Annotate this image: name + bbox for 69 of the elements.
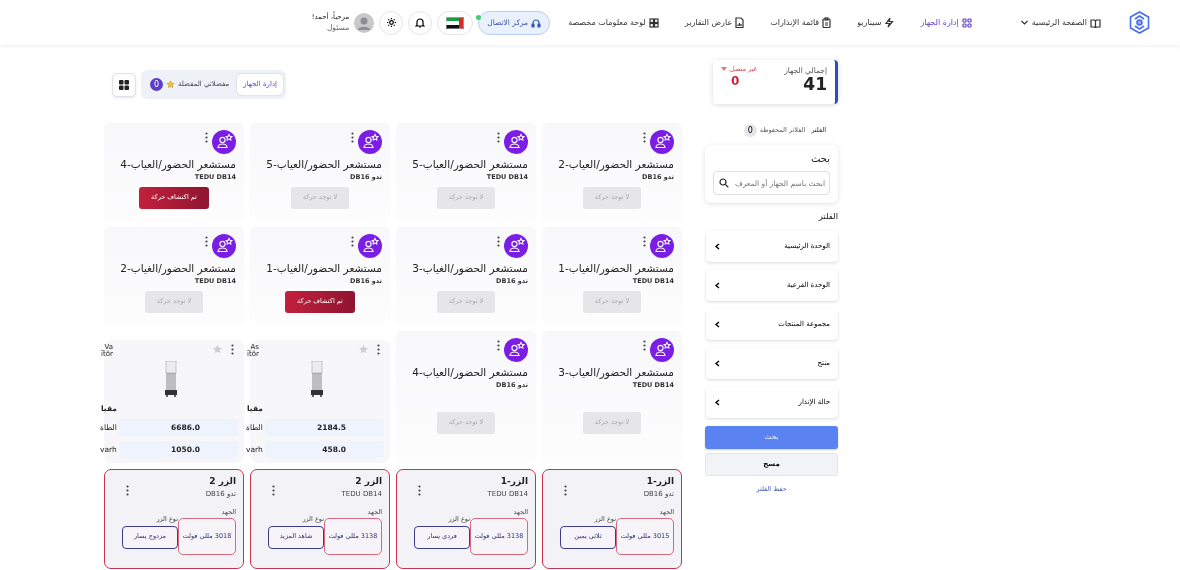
report-icon [735, 17, 745, 28]
more-options-icon[interactable] [351, 236, 354, 247]
more-options-icon[interactable] [643, 340, 646, 351]
count-badge: 0 [150, 78, 163, 91]
nav-link[interactable]: إدارة الجهاز [920, 16, 972, 29]
more-options-icon[interactable] [205, 236, 208, 247]
star-icon[interactable] [212, 344, 223, 355]
more-options-icon[interactable] [231, 344, 234, 355]
device-title: مستشعر الحضور/العياب-3 [557, 365, 674, 381]
grid-icon [119, 79, 129, 90]
grid-icon [961, 17, 972, 28]
more-options-icon[interactable] [205, 132, 208, 143]
chevron-left-icon [714, 242, 721, 250]
device-title: الزر-1 [499, 475, 528, 488]
user-avatar-icon [354, 12, 375, 33]
search-title: بحث [809, 152, 830, 166]
grid-view-button[interactable] [112, 72, 136, 97]
dashboard-icon [648, 17, 659, 28]
language-button[interactable] [437, 10, 474, 35]
search-icon [719, 178, 729, 188]
device-title: الزر 2 [354, 475, 382, 488]
device-title: مستشعر الحضور/العياب-2 [557, 157, 674, 173]
offline-count: 0 [730, 74, 741, 88]
star-icon[interactable] [358, 344, 369, 355]
device-title: الزر-1 [645, 475, 674, 488]
logo-icon [1127, 10, 1152, 35]
device-title: مستشعر الحضور/الغياب-2 [119, 261, 236, 277]
nav-link[interactable]: قائمة الإنذارات [770, 16, 832, 29]
chevron-left-icon [714, 281, 721, 289]
filter-heading: الفلتر [817, 210, 838, 223]
more-options-icon[interactable] [643, 132, 646, 143]
more-options-icon[interactable] [497, 340, 500, 351]
more-options-icon[interactable] [497, 236, 500, 247]
more-options-icon[interactable] [497, 132, 500, 143]
chevron-left-icon [714, 320, 721, 328]
headset-icon [531, 17, 542, 28]
total-count: 41 [802, 76, 827, 94]
count-badge: 0 [743, 124, 757, 137]
nav-link[interactable]: الصفحة الرئيسية [1019, 16, 1101, 29]
flag-icon [446, 16, 465, 29]
settings-icon [385, 17, 397, 28]
nav-link[interactable]: سيناريو [857, 16, 895, 29]
device-title: الزر 2 [208, 475, 236, 488]
more-options-icon[interactable] [564, 485, 567, 496]
device-title: مستشعر الحضور/الغياب-3 [411, 261, 528, 277]
more-options-icon[interactable] [418, 485, 421, 496]
more-options-icon[interactable] [272, 485, 275, 496]
star-icon [166, 80, 175, 89]
device-title: مستشعر الحضور/العياب-5 [265, 157, 382, 173]
nav-link[interactable]: لوحة معلومات مخصصة [568, 16, 659, 29]
device-title: مستشعر الحضور/العياب-5 [411, 157, 528, 173]
notifications-button[interactable] [408, 10, 433, 35]
device-title: مستشعر الحضور/الغياب-1 [557, 261, 674, 277]
more-options-icon[interactable] [126, 485, 129, 496]
more-options-icon[interactable] [377, 344, 380, 355]
device-title: مستشعر الحضور/العياب-4 [411, 365, 528, 381]
more-options-icon[interactable] [643, 236, 646, 247]
chevron-left-icon [714, 398, 721, 406]
book-icon [1090, 17, 1101, 28]
device-title: مستشعر الحضور/العياب-4 [119, 157, 236, 173]
lightning-icon [884, 17, 895, 28]
settings-button[interactable] [379, 10, 404, 35]
clipboard-icon [822, 17, 832, 28]
nav-link[interactable]: عارض التقارير [684, 16, 745, 29]
bell-icon [415, 17, 426, 28]
caret-down-icon [721, 67, 727, 73]
device-title: مستشعر الحضور/الغياب-1 [265, 261, 382, 277]
chevron-left-icon [714, 359, 721, 367]
more-options-icon[interactable] [351, 132, 354, 143]
